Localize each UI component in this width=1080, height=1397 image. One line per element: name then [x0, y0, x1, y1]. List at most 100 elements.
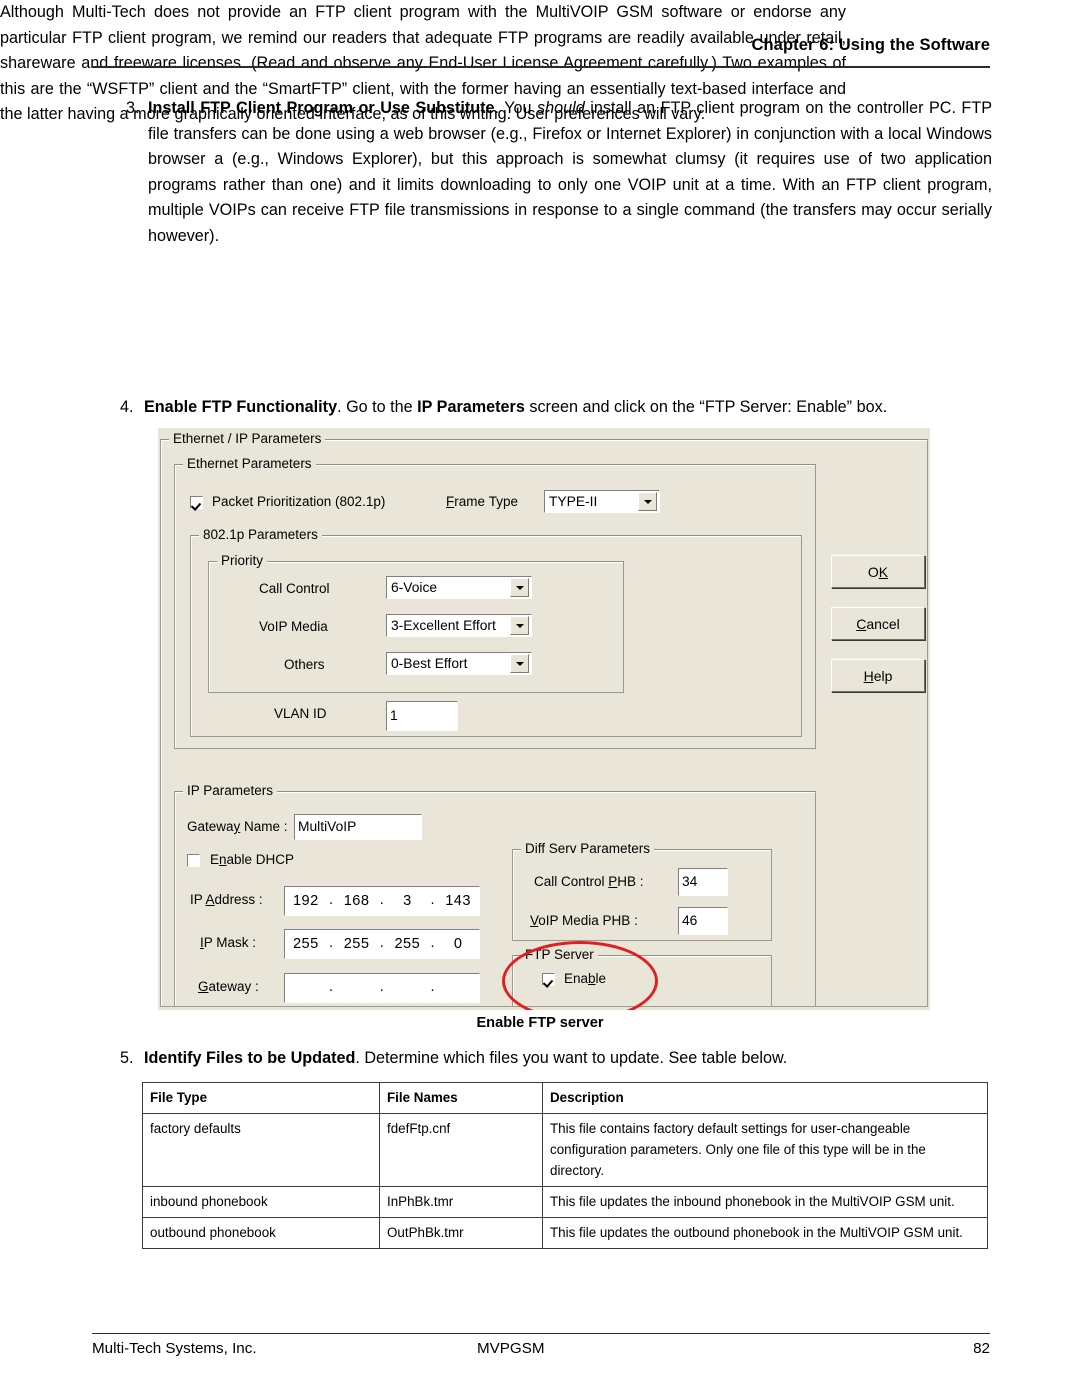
cell-description: This file updates the outbound phonebook… — [542, 1217, 988, 1249]
ip-address-octet-3: 3 — [403, 893, 412, 909]
chevron-down-icon[interactable] — [510, 616, 529, 635]
step-3-title: Install FTP Client Program or Use Substi… — [148, 99, 495, 117]
priority-voip-media-value: 3-Excellent Effort — [391, 618, 496, 633]
table-header-file-names: File Names — [379, 1082, 543, 1114]
footer-page-number: 82 — [973, 1340, 990, 1357]
vlan-id-input[interactable]: 1 — [386, 701, 458, 731]
footer-divider — [92, 1333, 990, 1334]
priority-call-control-label: Call Control — [259, 581, 330, 596]
cell-description: This file contains factory default setti… — [542, 1113, 988, 1187]
step-4-bold-mid: IP Parameters — [417, 398, 525, 416]
ip-mask-octet-3: 255 — [394, 936, 421, 952]
ip-mask-octet-4: 0 — [453, 936, 463, 952]
priority-others-label: Others — [284, 657, 325, 672]
group-ethernet-ip-parameters-title: Ethernet / IP Parameters — [169, 431, 326, 446]
group-diff-serv-parameters-title: Diff Serv Parameters — [521, 841, 655, 856]
ip-mask-label: IP Mask : — [200, 935, 257, 950]
ip-dot: . — [328, 934, 334, 951]
ip-dot: . — [430, 934, 436, 951]
call-control-phb-input[interactable]: 34 — [678, 868, 728, 896]
help-button[interactable]: Help — [831, 659, 925, 692]
file-update-table: File Type File Names Description factory… — [142, 1082, 988, 1249]
cell-file-type: outbound phonebook — [142, 1217, 380, 1249]
priority-call-control-value: 6-Voice — [391, 580, 438, 595]
ok-button[interactable]: OK — [831, 555, 925, 588]
group-ethernet-parameters-title: Ethernet Parameters — [183, 456, 316, 471]
ip-dot: . — [430, 978, 436, 995]
ip-dot: . — [328, 891, 334, 908]
ip-dot: . — [379, 891, 385, 908]
ip-dot: . — [430, 891, 436, 908]
priority-voip-media-combo[interactable]: 3-Excellent Effort — [386, 614, 532, 637]
cell-file-name: InPhBk.tmr — [379, 1186, 543, 1218]
vlan-id-label: VLAN ID — [274, 706, 327, 721]
ip-dot: . — [328, 978, 334, 995]
cancel-button[interactable]: Cancel — [831, 607, 925, 640]
footer-company: Multi-Tech Systems, Inc. — [92, 1340, 257, 1357]
table-row: inbound phonebook InPhBk.tmr This file u… — [142, 1186, 988, 1218]
ip-address-octet-2: 168 — [343, 893, 370, 909]
priority-call-control-combo[interactable]: 6-Voice — [386, 576, 532, 599]
figure-caption: Enable FTP server — [476, 1015, 604, 1031]
gateway-name-input[interactable]: MultiVoIP — [294, 814, 422, 840]
step-5-title: Identify Files to be Updated — [144, 1049, 356, 1067]
step-4: 4. Enable FTP Functionality. Go to the I… — [120, 395, 992, 421]
chevron-down-icon[interactable] — [638, 492, 657, 511]
step-5-body: . Determine which files you want to upda… — [355, 1049, 788, 1067]
group-priority-title: Priority — [217, 553, 268, 568]
step-4-number: 4. — [120, 398, 134, 416]
step-4-body-post: screen and click on the “FTP Server: Ena… — [524, 398, 888, 416]
gateway-input[interactable]: . . . — [284, 973, 480, 1003]
step-4-title: Enable FTP Functionality — [144, 398, 338, 416]
step-4-body-pre: . Go to the — [337, 398, 418, 416]
ethernet-ip-parameters-dialog[interactable]: Ethernet / IP Parameters Ethernet Parame… — [158, 428, 930, 1010]
cell-file-type: inbound phonebook — [142, 1186, 380, 1218]
packet-prioritization-checkbox[interactable] — [190, 496, 203, 509]
enable-dhcp-label: Enable DHCP — [210, 852, 295, 867]
cell-file-name: fdefFtp.cnf — [379, 1113, 543, 1187]
ip-address-label: IP Address : — [190, 892, 263, 907]
voip-media-phb-label: VoIP Media PHB : — [530, 913, 638, 928]
gateway-label: Gateway : — [198, 979, 259, 994]
footer-product: MVPGSM — [477, 1340, 545, 1357]
step-3-body: install an FTP client program on the con… — [148, 99, 993, 245]
header-divider — [92, 66, 990, 68]
ip-mask-input[interactable]: 255 . 255 . 255 . 0 — [284, 929, 480, 959]
ip-mask-octet-2: 255 — [343, 936, 370, 952]
ip-address-input[interactable]: 192 . 168 . 3 . 143 — [284, 886, 480, 916]
gateway-name-label: Gateway Name : — [187, 819, 288, 834]
voip-media-phb-input[interactable]: 46 — [678, 907, 728, 935]
step-3-emphasis: should — [537, 99, 585, 117]
packet-prioritization-label: Packet Prioritization (802.1p) — [212, 494, 386, 509]
frame-type-label: Frame Type — [446, 494, 519, 509]
ip-address-octet-1: 192 — [292, 893, 319, 909]
group-ip-parameters-title: IP Parameters — [183, 783, 278, 798]
step-3: 3. Install FTP Client Program or Use Sub… — [126, 96, 992, 250]
frame-type-combo[interactable]: TYPE-II — [544, 490, 660, 513]
cell-file-name: OutPhBk.tmr — [379, 1217, 543, 1249]
cell-file-type: factory defaults — [142, 1113, 380, 1187]
priority-others-value: 0-Best Effort — [391, 656, 468, 671]
chevron-down-icon[interactable] — [510, 654, 529, 673]
table-row: factory defaults fdefFtp.cnf This file c… — [142, 1113, 988, 1187]
ip-dot: . — [379, 978, 385, 995]
table-header-description: Description — [542, 1082, 988, 1114]
priority-others-combo[interactable]: 0-Best Effort — [386, 652, 532, 675]
ip-address-octet-4: 143 — [445, 893, 472, 909]
table-header-file-type: File Type — [142, 1082, 380, 1114]
call-control-phb-label: Call Control PHB : — [534, 874, 644, 889]
table-header-row: File Type File Names Description — [142, 1082, 988, 1114]
step-5-number: 5. — [120, 1049, 134, 1067]
ip-dot: . — [379, 934, 385, 951]
priority-voip-media-label: VoIP Media — [259, 619, 328, 634]
enable-dhcp-checkbox[interactable] — [187, 854, 200, 867]
page-header-chapter: Chapter 6: Using the Software — [751, 36, 990, 54]
table-row: outbound phonebook OutPhBk.tmr This file… — [142, 1217, 988, 1249]
group-8021p-parameters-title: 802.1p Parameters — [199, 527, 322, 542]
step-3-number: 3. — [126, 99, 140, 117]
chevron-down-icon[interactable] — [510, 578, 529, 597]
step-3-body-pre: . You — [494, 99, 538, 117]
ip-mask-octet-1: 255 — [292, 936, 319, 952]
cell-description: This file updates the inbound phonebook … — [542, 1186, 988, 1218]
step-5: 5. Identify Files to be Updated. Determi… — [120, 1046, 992, 1072]
